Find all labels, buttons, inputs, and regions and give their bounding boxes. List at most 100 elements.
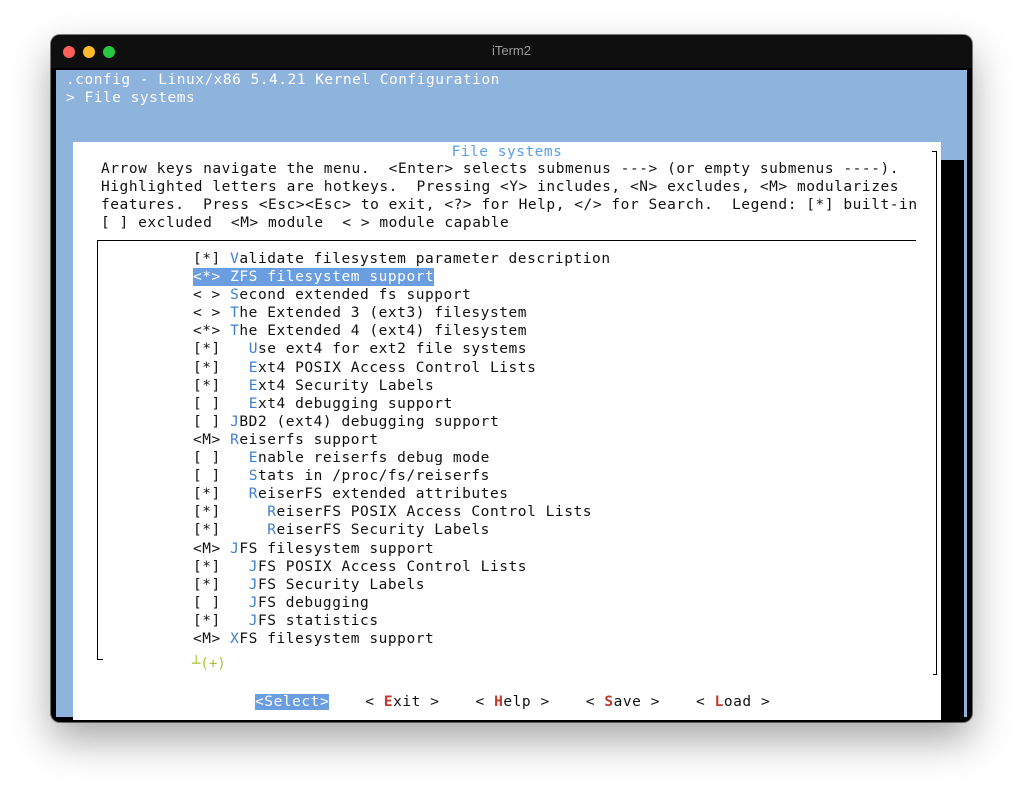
menu-item-label: FS statistics	[257, 612, 379, 629]
menu-item-state: [ ]	[193, 395, 221, 412]
load-button[interactable]: < Load >	[696, 694, 770, 710]
menu-item-label: econd extended fs support	[239, 287, 472, 304]
menu-item[interactable]: <*> The Extended 4 (ext4) filesystem	[193, 322, 611, 340]
more-indicator: ┴(+)	[192, 656, 226, 672]
menu-item[interactable]: [ ] Enable reiserfs debug mode	[193, 449, 611, 467]
menu-item-state: [*]	[193, 377, 221, 394]
menu-item-text: [*] Ext4 Security Labels	[193, 378, 434, 394]
menu-list: [*] Validate filesystem parameter descri…	[193, 250, 611, 648]
button-hotkey: S	[604, 694, 614, 710]
menu-item[interactable]: [*] ReiserFS extended attributes	[193, 485, 611, 503]
menu-item-indent	[221, 504, 267, 520]
menu-item-indent	[221, 251, 230, 267]
menu-item-hotkey: J	[248, 576, 258, 593]
menu-item-label: FS filesystem support	[239, 269, 435, 286]
menu-item-text: <M> JFS filesystem support	[193, 541, 434, 557]
menu-item-text: < > The Extended 3 (ext3) filesystem	[193, 305, 527, 321]
menu-item-state: [*]	[193, 486, 221, 503]
button-label: elp >	[503, 694, 550, 710]
menu-item-hotkey: S	[230, 287, 240, 304]
terminal-window: iTerm2 .config - Linux/x86 5.4.21 Kernel…	[51, 35, 972, 722]
frame-corner-bottom-right	[933, 672, 937, 675]
menu-item[interactable]: [*] JFS Security Labels	[193, 576, 611, 594]
button-label: xit >	[393, 694, 440, 710]
menu-item[interactable]: [*] JFS POSIX Access Control Lists	[193, 558, 611, 576]
menu-item-indent	[221, 287, 230, 303]
menu-item-hotkey: J	[248, 558, 258, 575]
menu-item[interactable]: [*] Ext4 Security Labels	[193, 377, 611, 395]
menu-item-state: [ ]	[193, 594, 221, 611]
menu-item-indent	[221, 613, 249, 629]
menu-item-indent	[221, 323, 230, 339]
button-hotkey: S	[264, 694, 274, 710]
help-button[interactable]: < Help >	[476, 694, 550, 710]
select-button[interactable]: <Select>	[255, 694, 330, 710]
menu-item-text: [ ] Enable reiserfs debug mode	[193, 450, 490, 466]
button-bracket: <	[696, 694, 715, 710]
menu-item[interactable]: [*] ReiserFS POSIX Access Control Lists	[193, 503, 611, 521]
menu-item-state: [*]	[193, 558, 221, 575]
menu-item-selected: <*> ZFS filesystem support	[193, 268, 435, 287]
dialog-shadow-right	[941, 160, 964, 722]
menu-item-label: eiserfs support	[239, 431, 379, 448]
title-bar: iTerm2	[51, 35, 972, 69]
menu-item[interactable]: [ ] JBD2 (ext4) debugging support	[193, 413, 611, 431]
menu-item-indent	[221, 577, 249, 593]
menu-item-indent	[221, 522, 267, 538]
terminal-screen: .config - Linux/x86 5.4.21 Kernel Config…	[56, 70, 967, 722]
button-row: <Select> < Exit > < Help > < Save > < Load >	[255, 694, 806, 710]
menu-item[interactable]: [*] Ext4 POSIX Access Control Lists	[193, 359, 611, 377]
dialog-title: File systems	[451, 144, 563, 160]
button-label: oad >	[723, 694, 771, 710]
menu-item-label: tats in /proc/fs/reiserfs	[257, 468, 490, 485]
button-bracket: <	[365, 694, 384, 710]
menu-item[interactable]: < > Second extended fs support	[193, 286, 611, 304]
menu-item[interactable]: <*> ZFS filesystem support	[193, 268, 611, 287]
button-bracket: <	[475, 694, 495, 710]
menu-item-indent	[221, 360, 249, 376]
menu-item-state: [ ]	[193, 468, 221, 485]
menu-item-state: [ ]	[193, 413, 221, 430]
menu-item[interactable]: [ ] Stats in /proc/fs/reiserfs	[193, 467, 611, 485]
exit-button[interactable]: < Exit >	[365, 694, 439, 710]
menu-item[interactable]: [ ] JFS debugging	[193, 594, 611, 612]
menu-item-indent	[221, 396, 249, 412]
menu-item[interactable]: [*] Validate filesystem parameter descri…	[193, 250, 611, 268]
menu-item-label: FS POSIX Access Control Lists	[257, 558, 528, 575]
menu-item-state: <*>	[193, 269, 221, 286]
menu-item-label: alidate filesystem parameter description	[239, 251, 611, 267]
menu-item-state: [*]	[193, 612, 221, 629]
menu-item[interactable]: <M> XFS filesystem support	[193, 630, 611, 648]
menu-item-text: [*] ReiserFS POSIX Access Control Lists	[193, 504, 592, 520]
config-title: .config - Linux/x86 5.4.21 Kernel Config…	[66, 72, 500, 88]
menu-item[interactable]: <M> Reiserfs support	[193, 431, 611, 449]
save-button[interactable]: < Save >	[586, 694, 660, 710]
menu-item[interactable]: [ ] Ext4 debugging support	[193, 395, 611, 413]
menu-item[interactable]: <M> JFS filesystem support	[193, 540, 611, 558]
menu-item[interactable]: [*] ReiserFS Security Labels	[193, 521, 611, 539]
button-bracket: <	[585, 694, 605, 710]
menu-item-state: < >	[193, 305, 221, 322]
button-hotkey: L	[714, 694, 724, 710]
menu-item-indent	[221, 432, 230, 448]
menu-item-state: <M>	[193, 431, 221, 448]
menu-item-indent	[221, 450, 249, 466]
menu-item[interactable]: < > The Extended 3 (ext3) filesystem	[193, 304, 611, 322]
menu-item-text: [*] Use ext4 for ext2 file systems	[193, 341, 527, 357]
menu-item-state: [*]	[193, 359, 221, 376]
menu-item-hotkey: V	[230, 251, 240, 267]
menu-item-indent	[221, 486, 249, 502]
menu-item-indent	[221, 269, 230, 285]
help-line: [ ] excluded <M> module < > module capab…	[101, 215, 510, 231]
menu-item[interactable]: [*] JFS statistics	[193, 612, 611, 630]
button-label: ave >	[613, 694, 660, 710]
menu-item-state: [*]	[193, 341, 221, 358]
menu-item-text: [ ] JFS debugging	[193, 595, 369, 611]
menu-item-label: se ext4 for ext2 file systems	[257, 341, 528, 358]
menu-item-label: BD2 (ext4) debugging support	[239, 413, 500, 430]
menu-item-hotkey: J	[230, 413, 240, 430]
button-bracket: <	[255, 694, 265, 710]
menu-item-hotkey: R	[230, 431, 240, 448]
menu-item[interactable]: [*] Use ext4 for ext2 file systems	[193, 340, 611, 358]
menu-item-label: eiserFS Security Labels	[276, 522, 490, 539]
